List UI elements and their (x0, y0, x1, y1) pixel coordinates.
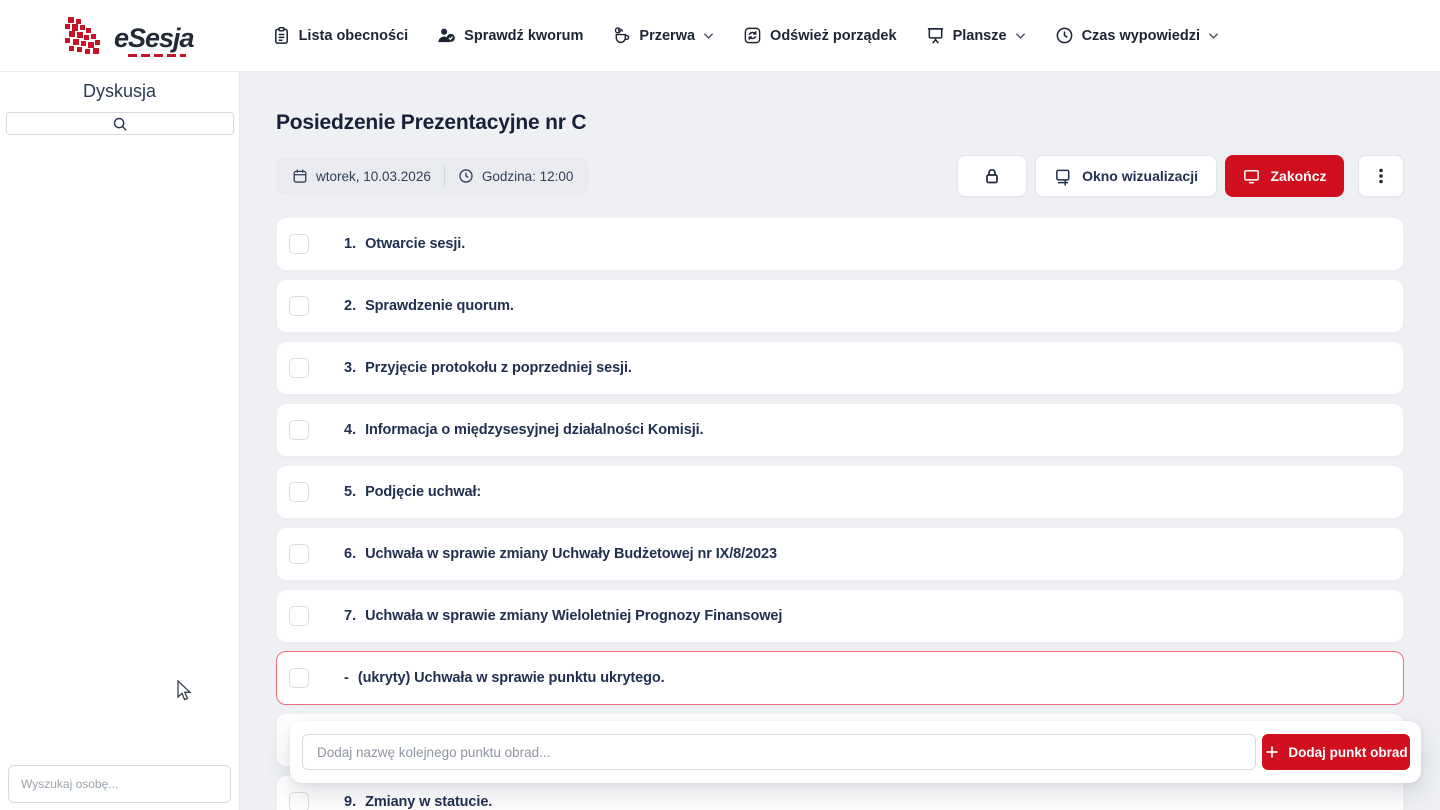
add-agenda-point-bar: Dodaj punkt obrad (290, 721, 1421, 783)
agenda-item-number: 1. (344, 236, 357, 252)
agenda-item[interactable]: 1. Otwarcie sesji. (276, 217, 1404, 271)
finish-label: Zakończ (1270, 168, 1327, 184)
agenda-item[interactable]: 4. Informacja o międzysesyjnej działalno… (276, 403, 1404, 457)
nav-check-quorum[interactable]: Sprawdź kworum (437, 26, 583, 45)
topbar: eSesja Lista obecności Sprawdź kworum Pr… (0, 0, 1440, 72)
add-agenda-point-input[interactable] (302, 734, 1256, 770)
visualization-window-button[interactable]: Okno wizualizacji (1035, 155, 1217, 197)
person-search-input[interactable] (8, 765, 231, 803)
nav-label: Przerwa (639, 27, 696, 44)
chevron-down-icon (1208, 32, 1219, 39)
more-options-button[interactable] (1358, 155, 1404, 197)
agenda-item-title: (ukryty) Uchwała w sprawie punktu ukryte… (357, 670, 665, 686)
badge-divider (443, 166, 445, 186)
agenda-item-title: Zmiany w statucie. (365, 794, 493, 810)
nav-label: Plansze (952, 27, 1007, 44)
nav-label: Czas wypowiedzi (1081, 27, 1201, 44)
padlock-icon (986, 169, 998, 184)
clock-icon (1056, 27, 1072, 44)
session-date: wtorek, 10.03.2026 (292, 168, 431, 184)
session-time-text: Godzina: 12:00 (481, 168, 574, 184)
agenda-item-title: Informacja o międzysesyjnej działalności… (365, 422, 704, 438)
agenda-item-number: 2. (344, 298, 357, 314)
window-plus-icon (1056, 169, 1070, 186)
agenda-item[interactable]: - (ukryty) Uchwała w sprawie punktu ukry… (276, 651, 1404, 705)
agenda-item-number: 4. (344, 422, 357, 438)
kebab-menu-icon (1379, 168, 1383, 184)
visualization-window-label: Okno wizualizacji (1082, 168, 1198, 184)
agenda-item-number: 3. (344, 360, 357, 376)
agenda-item-checkbox[interactable] (289, 420, 309, 440)
agenda-item-title: Przyjęcie protokołu z poprzedniej sesji. (365, 360, 632, 376)
logo-text: eSesja (114, 22, 195, 53)
lock-button[interactable] (957, 155, 1028, 197)
discussion-search-input[interactable] (5, 112, 234, 135)
coffee-cup-icon (615, 27, 630, 44)
agenda-item-number: 9. (344, 794, 357, 810)
clipboard-icon (274, 26, 288, 44)
clock-icon (459, 169, 473, 183)
agenda-item-checkbox[interactable] (289, 792, 309, 810)
refresh-list-icon (744, 27, 761, 44)
finish-button[interactable]: Zakończ (1225, 155, 1344, 197)
agenda-item-checkbox[interactable] (289, 606, 309, 626)
agenda-item-number: 5. (344, 484, 357, 500)
discussion-sidebar: Dyskusja (0, 72, 240, 810)
agenda-item-checkbox[interactable] (289, 358, 309, 378)
esesja-eagle-icon (65, 16, 100, 54)
session-title: Posiedzenie Prezentacyjne nr C (276, 111, 587, 134)
nav-label: Lista obecności (298, 27, 409, 44)
logo-tagline (128, 53, 186, 57)
agenda-item-title: Uchwała w sprawie zmiany Uchwały Budżeto… (365, 546, 777, 562)
topbar-nav: Lista obecności Sprawdź kworum Przerwa O… (272, 26, 1219, 45)
nav-break[interactable]: Przerwa (612, 26, 714, 45)
agenda-item-checkbox[interactable] (289, 234, 309, 254)
agenda-item[interactable]: 5. Podjęcie uchwał: (276, 465, 1404, 519)
agenda-item-number: 6. (344, 546, 357, 562)
meta-row: wtorek, 10.03.2026 Godzina: 12:00 Okno w… (276, 155, 1404, 197)
person-check-icon (438, 28, 455, 43)
session-datetime-badge: wtorek, 10.03.2026 Godzina: 12:00 (276, 157, 590, 195)
plus-icon (1266, 746, 1278, 758)
agenda-item-checkbox[interactable] (289, 482, 309, 502)
nav-label: Sprawdź kworum (464, 27, 584, 44)
chevron-down-icon (1015, 32, 1025, 39)
add-agenda-point-label: Dodaj punkt obrad (1288, 744, 1408, 760)
agenda-item[interactable]: 6. Uchwała w sprawie zmiany Uchwały Budż… (276, 527, 1404, 581)
add-agenda-point-button[interactable]: Dodaj punkt obrad (1262, 734, 1410, 770)
monitor-icon (1244, 169, 1260, 183)
session-date-text: wtorek, 10.03.2026 (316, 168, 431, 184)
agenda-item-checkbox[interactable] (289, 544, 309, 564)
nav-speech-time[interactable]: Czas wypowiedzi (1055, 26, 1219, 45)
agenda-item-number: 7. (344, 608, 357, 624)
presentation-board-icon (927, 28, 943, 44)
calendar-icon (293, 169, 307, 183)
agenda-item-title: Sprawdzenie quorum. (365, 298, 514, 314)
agenda-item[interactable]: 2. Sprawdzenie quorum. (276, 279, 1404, 333)
session-time: Godzina: 12:00 (458, 168, 574, 184)
agenda-item[interactable]: 3. Przyjęcie protokołu z poprzedniej ses… (276, 341, 1404, 395)
esesja-logo[interactable]: eSesja (62, 15, 195, 57)
chevron-down-icon (703, 32, 714, 39)
sidebar-title: Dyskusja (82, 81, 157, 101)
agenda-item-title: Otwarcie sesji. (365, 236, 466, 252)
agenda-item-title: Uchwała w sprawie zmiany Wieloletniej Pr… (365, 608, 783, 624)
agenda-item-checkbox[interactable] (289, 296, 309, 316)
main-content: Posiedzenie Prezentacyjne nr C wtorek, 1… (240, 72, 1440, 810)
session-actions: Okno wizualizacji Zakończ (957, 155, 1404, 197)
nav-label: Odśwież porządek (770, 27, 897, 44)
agenda-item-number: - (344, 670, 349, 686)
nav-attendance-list[interactable]: Lista obecności (272, 26, 409, 45)
search-icon (113, 117, 127, 131)
agenda-item-checkbox[interactable] (289, 668, 309, 688)
nav-boards[interactable]: Plansze (926, 26, 1026, 45)
agenda-item[interactable]: 7. Uchwała w sprawie zmiany Wieloletniej… (276, 589, 1404, 643)
agenda-item-title: Podjęcie uchwał: (365, 484, 482, 500)
nav-refresh-agenda[interactable]: Odśwież porządek (743, 26, 897, 45)
